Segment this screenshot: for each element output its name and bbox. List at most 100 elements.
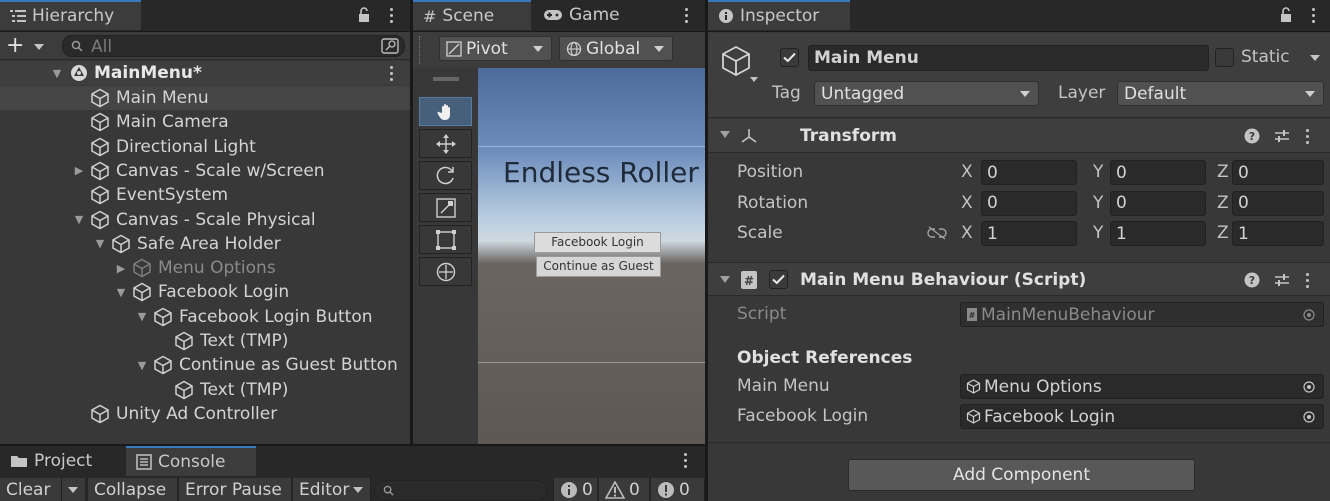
constrain-proportions-icon[interactable]	[927, 226, 947, 240]
hand-icon	[436, 102, 456, 122]
error-count-toggle[interactable]: 0	[651, 478, 705, 501]
inspector-lock-icon[interactable]	[1280, 7, 1292, 23]
scene-menu-icon[interactable]	[390, 66, 394, 81]
inspector-menu-icon[interactable]	[1312, 8, 1316, 23]
tab-scene[interactable]: # Scene	[413, 0, 531, 30]
presets-icon[interactable]	[1274, 128, 1290, 144]
rect-tool-button[interactable]	[419, 225, 472, 254]
rotation-y-field[interactable]: 0	[1110, 190, 1206, 216]
hierarchy-item[interactable]: ▶ Menu Options	[0, 256, 410, 280]
main-menu-reference-field[interactable]: Menu Options	[960, 374, 1324, 399]
console-search-input[interactable]	[374, 480, 547, 501]
expand-arrow-icon[interactable]: ▼	[50, 66, 64, 80]
tab-game[interactable]: Game	[533, 0, 643, 30]
foldout-arrow-icon[interactable]	[720, 131, 730, 138]
gameobject-icon	[174, 380, 194, 400]
hierarchy-item[interactable]: Main Menu	[0, 86, 410, 110]
object-picker-icon[interactable]	[1303, 411, 1315, 423]
info-count-toggle[interactable]: 0	[553, 478, 598, 501]
hierarchy-item[interactable]: ▼ Safe Area Holder	[0, 232, 410, 256]
z-axis-label: Z	[1217, 162, 1229, 182]
rotate-tool-button[interactable]	[419, 161, 472, 190]
z-axis-label: Z	[1217, 192, 1229, 213]
hand-tool-button[interactable]	[419, 97, 472, 126]
rotation-x-field[interactable]: 0	[981, 190, 1077, 216]
scene-continue-guest-button[interactable]: Continue as Guest	[536, 256, 661, 277]
position-z-field[interactable]: 0	[1232, 160, 1324, 185]
transform-tool-button[interactable]	[419, 257, 472, 286]
hierarchy-item[interactable]: Unity Ad Controller	[0, 402, 410, 426]
error-pause-toggle[interactable]: Error Pause	[179, 478, 292, 501]
clear-options-dropdown[interactable]	[62, 478, 86, 501]
hierarchy-item[interactable]: ▶ Canvas - Scale w/Screen	[0, 159, 410, 183]
tab-inspector[interactable]: Inspector	[708, 0, 850, 30]
add-component-button[interactable]: Add Component	[848, 459, 1195, 491]
expand-arrow-icon[interactable]: ▼	[135, 358, 149, 372]
scale-z-field[interactable]: 1	[1232, 221, 1324, 246]
script-enabled-checkbox[interactable]	[769, 270, 788, 289]
chevron-down-icon[interactable]	[34, 44, 44, 50]
hierarchy-item[interactable]: Directional Light	[0, 135, 410, 159]
help-icon[interactable]: ?	[1244, 272, 1260, 288]
scene-viewport[interactable]: Endless Roller Facebook Login Continue a…	[478, 68, 705, 444]
add-icon[interactable]: +	[6, 35, 24, 57]
tab-project[interactable]: Project	[0, 446, 124, 476]
object-picker-icon[interactable]	[1303, 381, 1315, 393]
collapse-arrow-icon[interactable]: ▶	[114, 261, 128, 275]
hierarchy-item[interactable]: EventSystem	[0, 183, 410, 207]
hierarchy-item-label: Safe Area Holder	[137, 233, 281, 254]
scene-facebook-login-button[interactable]: Facebook Login	[534, 232, 661, 253]
gameobject-icon	[174, 331, 194, 351]
rotation-z-field[interactable]: 0	[1232, 190, 1324, 216]
console-menu-icon[interactable]	[684, 453, 688, 468]
transform-menu-icon[interactable]	[1306, 129, 1310, 144]
gameobject-cube-icon[interactable]	[720, 45, 752, 77]
pivot-dropdown[interactable]: Pivot	[439, 36, 552, 61]
hierarchy-item[interactable]: Main Camera	[0, 110, 410, 134]
hierarchy-menu-icon[interactable]	[390, 8, 394, 23]
tab-hierarchy[interactable]: Hierarchy	[0, 0, 141, 30]
editor-dropdown[interactable]: Editor	[293, 478, 371, 501]
position-y-field[interactable]: 0	[1110, 160, 1206, 185]
static-checkbox[interactable]	[1215, 48, 1234, 67]
expand-arrow-icon[interactable]: ▼	[72, 213, 86, 227]
object-name-field[interactable]: Main Menu	[808, 45, 1209, 71]
facebook-login-reference-field[interactable]: Facebook Login	[960, 404, 1324, 429]
script-menu-icon[interactable]	[1306, 273, 1310, 288]
expand-arrow-icon[interactable]: ▼	[93, 237, 107, 251]
collapse-arrow-icon[interactable]: ▶	[72, 164, 86, 178]
foldout-arrow-icon[interactable]	[720, 276, 730, 283]
global-dropdown[interactable]: Global	[559, 36, 673, 61]
scene-tab-menu-icon[interactable]	[685, 8, 689, 23]
script-header[interactable]: # Main Menu Behaviour (Script) ?	[708, 262, 1330, 296]
icon-dropdown-caret[interactable]	[750, 77, 758, 82]
transform-header[interactable]: Transform ?	[708, 119, 1330, 153]
hierarchy-item[interactable]: ▼ Canvas - Scale Physical	[0, 208, 410, 232]
lock-icon[interactable]	[358, 7, 370, 23]
scene-row[interactable]: ▼ MainMenu*	[0, 61, 410, 85]
active-checkbox[interactable]	[780, 48, 799, 67]
scale-tool-button[interactable]	[419, 193, 472, 222]
help-icon[interactable]: ?	[1244, 128, 1260, 144]
position-x-field[interactable]: 0	[981, 160, 1077, 185]
hierarchy-item[interactable]: Text (TMP)	[0, 378, 410, 402]
search-by-type-icon[interactable]	[381, 38, 399, 54]
move-tool-button[interactable]	[419, 129, 472, 158]
presets-icon[interactable]	[1274, 272, 1290, 288]
hierarchy-item[interactable]: ▼ Continue as Guest Button	[0, 353, 410, 377]
scale-y-field[interactable]: 1	[1110, 221, 1206, 246]
warning-count-toggle[interactable]: 0	[599, 478, 650, 501]
tag-dropdown[interactable]: Untagged	[814, 81, 1039, 106]
tab-console[interactable]: Console	[126, 446, 256, 476]
expand-arrow-icon[interactable]: ▼	[135, 310, 149, 324]
hierarchy-item[interactable]: ▼ Facebook Login	[0, 280, 410, 304]
static-dropdown-caret[interactable]	[1310, 55, 1320, 61]
layer-dropdown[interactable]: Default	[1117, 81, 1324, 106]
scale-x-field[interactable]: 1	[981, 221, 1077, 246]
hierarchy-item[interactable]: ▼ Facebook Login Button	[0, 305, 410, 329]
collapse-toggle[interactable]: Collapse	[88, 478, 178, 501]
hierarchy-item[interactable]: Text (TMP)	[0, 329, 410, 353]
expand-arrow-icon[interactable]: ▼	[114, 285, 128, 299]
clear-button[interactable]: Clear	[0, 478, 62, 501]
hierarchy-search-field[interactable]: All	[62, 35, 405, 57]
